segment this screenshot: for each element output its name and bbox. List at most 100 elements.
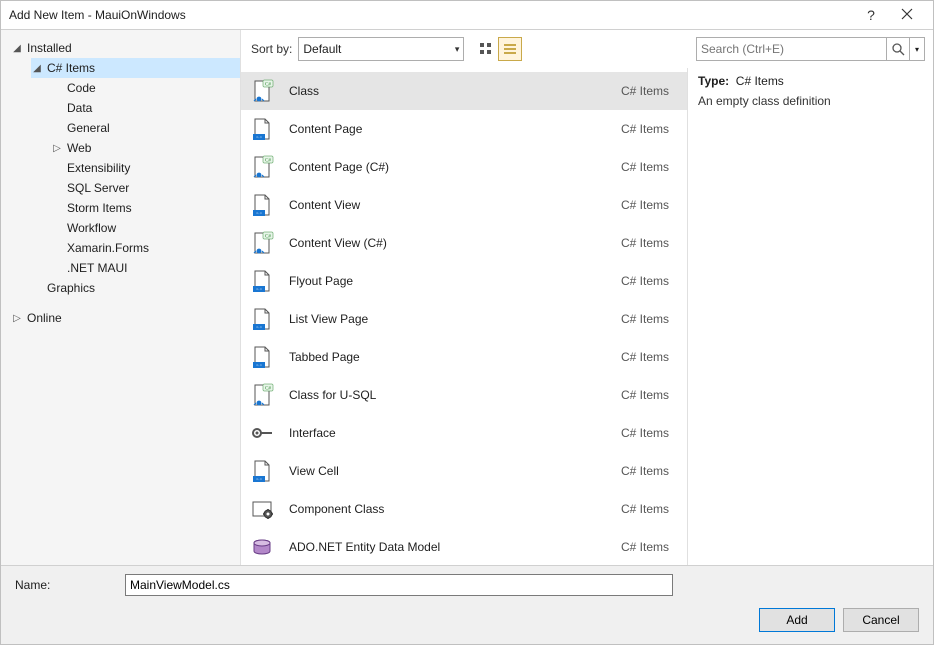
template-name: Content View bbox=[289, 198, 607, 212]
template-row[interactable]: C#ClassC# Items bbox=[241, 72, 687, 110]
toolbar: Sort by: Default ▾ bbox=[241, 30, 933, 68]
footer: Name: Add Cancel bbox=[1, 565, 933, 644]
template-category: C# Items bbox=[621, 274, 669, 288]
template-row[interactable]: <·>View CellC# Items bbox=[241, 452, 687, 490]
template-row[interactable]: <·> List View Page C# Items bbox=[241, 300, 687, 338]
detail-type-label: Type: bbox=[698, 74, 729, 88]
search-icon bbox=[892, 43, 905, 56]
template-row[interactable]: <·> Content Page C# Items bbox=[241, 110, 687, 148]
tree-graphics[interactable]: Graphics bbox=[31, 278, 240, 298]
template-category: C# Items bbox=[621, 312, 669, 326]
tree-label: Workflow bbox=[67, 221, 116, 235]
template-list[interactable]: C#ClassC# Items<·>Content PageC# ItemsC#… bbox=[241, 68, 687, 565]
template-category: C# Items bbox=[621, 540, 669, 554]
svg-text:C#: C# bbox=[265, 386, 271, 392]
template-category: C# Items bbox=[621, 502, 669, 516]
chevron-down-icon: ◢ bbox=[31, 62, 43, 74]
template-icon: C# bbox=[249, 382, 275, 408]
template-row[interactable]: <·> Tabbed Page C# Items bbox=[241, 338, 687, 376]
template-icon bbox=[249, 420, 275, 446]
template-name: View Cell bbox=[289, 464, 607, 478]
window-title: Add New Item - MauiOnWindows bbox=[9, 8, 853, 22]
template-category: C# Items bbox=[621, 160, 669, 174]
tree-label: Data bbox=[67, 101, 92, 115]
template-name: List View Page bbox=[289, 312, 607, 326]
template-name: Class for U-SQL bbox=[289, 388, 607, 402]
chevron-right-icon: ▷ bbox=[51, 142, 63, 154]
tree-label: Storm Items bbox=[67, 201, 132, 215]
template-icon: <·> bbox=[249, 306, 275, 332]
template-row[interactable]: C#Content Page (C#)C# Items bbox=[241, 148, 687, 186]
name-label: Name: bbox=[15, 578, 115, 592]
list-icon bbox=[503, 42, 517, 56]
svg-text:C#: C# bbox=[265, 82, 271, 88]
tree-label: .NET MAUI bbox=[67, 261, 127, 275]
template-name: Flyout Page bbox=[289, 274, 607, 288]
name-input[interactable] bbox=[125, 574, 673, 596]
tree-label: Graphics bbox=[47, 281, 95, 295]
template-row[interactable]: <·>Content ViewC# Items bbox=[241, 186, 687, 224]
search-input[interactable] bbox=[697, 42, 886, 56]
tree-data[interactable]: Data bbox=[51, 98, 240, 118]
search-box[interactable] bbox=[696, 37, 910, 61]
svg-text:C#: C# bbox=[265, 234, 271, 240]
svg-text:<·>: <·> bbox=[256, 135, 263, 140]
view-grid-button[interactable] bbox=[474, 37, 498, 61]
template-icon: <·> bbox=[249, 116, 275, 142]
template-name: Class bbox=[289, 84, 607, 98]
template-icon: <·> bbox=[249, 192, 275, 218]
tree-sql-server[interactable]: SQL Server bbox=[51, 178, 240, 198]
tree-installed[interactable]: ◢ Installed bbox=[11, 38, 240, 58]
template-category: C# Items bbox=[621, 350, 669, 364]
template-name: Content View (C#) bbox=[289, 236, 607, 250]
sort-dropdown[interactable]: Default ▾ bbox=[298, 37, 464, 61]
template-category: C# Items bbox=[621, 388, 669, 402]
tree-xamarin-forms[interactable]: Xamarin.Forms bbox=[51, 238, 240, 258]
help-button[interactable]: ? bbox=[853, 7, 889, 23]
tree-net-maui[interactable]: .NET MAUI bbox=[51, 258, 240, 278]
chevron-down-icon: ▾ bbox=[915, 45, 919, 54]
svg-text:<·>: <·> bbox=[256, 325, 263, 330]
tree-code[interactable]: Code bbox=[51, 78, 240, 98]
template-icon bbox=[249, 534, 275, 560]
add-button[interactable]: Add bbox=[759, 608, 835, 632]
template-icon: C# bbox=[249, 230, 275, 256]
template-icon: <·> bbox=[249, 344, 275, 370]
template-name: Content Page bbox=[289, 122, 607, 136]
template-name: Content Page (C#) bbox=[289, 160, 607, 174]
search-button[interactable] bbox=[886, 38, 909, 60]
template-name: Tabbed Page bbox=[289, 350, 607, 364]
template-icon: <·> bbox=[249, 268, 275, 294]
tree-label: Code bbox=[67, 81, 96, 95]
template-category: C# Items bbox=[621, 122, 669, 136]
template-row[interactable]: <·> Flyout Page C# Items bbox=[241, 262, 687, 300]
view-list-button[interactable] bbox=[498, 37, 522, 61]
template-icon: <·> bbox=[249, 458, 275, 484]
dialog-body: ◢ Installed ◢ C# Items Code Data General… bbox=[1, 30, 933, 565]
tree-label: SQL Server bbox=[67, 181, 129, 195]
tree-storm-items[interactable]: Storm Items bbox=[51, 198, 240, 218]
search-options-button[interactable]: ▾ bbox=[910, 37, 925, 61]
close-button[interactable] bbox=[889, 7, 925, 23]
tree-general[interactable]: General bbox=[51, 118, 240, 138]
chevron-right-icon: ▷ bbox=[11, 312, 23, 324]
tree-csharp-items[interactable]: ◢ C# Items bbox=[31, 58, 240, 78]
template-row[interactable]: C#Content View (C#)C# Items bbox=[241, 224, 687, 262]
template-row[interactable]: Component ClassC# Items bbox=[241, 490, 687, 528]
close-icon bbox=[901, 8, 913, 20]
template-row[interactable]: ADO.NET Entity Data Model C# Items bbox=[241, 528, 687, 565]
template-row[interactable]: InterfaceC# Items bbox=[241, 414, 687, 452]
template-icon bbox=[249, 496, 275, 522]
svg-text:<·>: <·> bbox=[256, 363, 263, 368]
grid-icon bbox=[479, 42, 493, 56]
template-row[interactable]: C# Class for U-SQL C# Items bbox=[241, 376, 687, 414]
cancel-button[interactable]: Cancel bbox=[843, 608, 919, 632]
template-name: ADO.NET Entity Data Model bbox=[289, 540, 607, 554]
tree-web[interactable]: ▷Web bbox=[51, 138, 240, 158]
sort-by-label: Sort by: bbox=[251, 42, 292, 56]
detail-type-value: C# Items bbox=[736, 74, 784, 88]
tree-extensibility[interactable]: Extensibility bbox=[51, 158, 240, 178]
tree-online[interactable]: ▷ Online bbox=[11, 308, 240, 328]
tree-label: Xamarin.Forms bbox=[67, 241, 149, 255]
tree-workflow[interactable]: Workflow bbox=[51, 218, 240, 238]
